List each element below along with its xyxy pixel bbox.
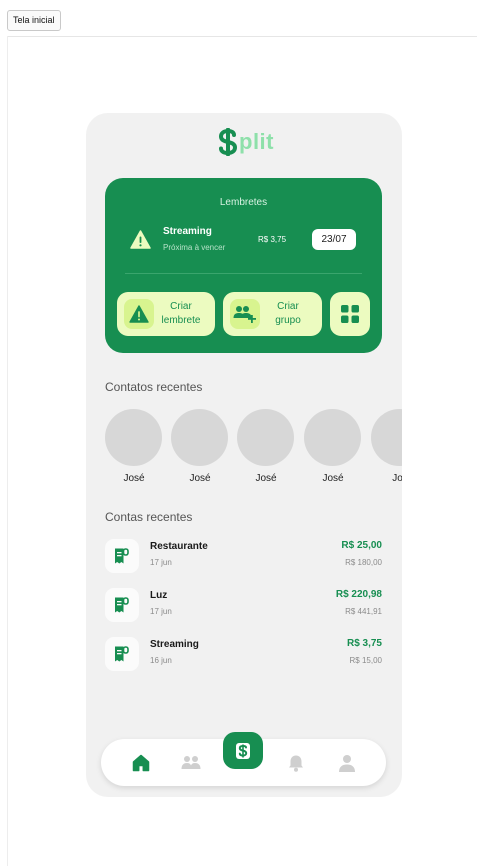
bill-amount: R$ 25,00 bbox=[341, 540, 382, 551]
contact-name: José bbox=[189, 473, 211, 484]
pill-icon-box bbox=[230, 299, 260, 329]
recent-bills-title: Contas recentes bbox=[105, 510, 193, 524]
split-icon bbox=[236, 742, 250, 759]
reminder-name: Streaming bbox=[163, 226, 212, 237]
bill-row[interactable]: Streaming 16 jun R$ 3,75 R$ 15,00 bbox=[105, 635, 385, 675]
bill-row[interactable]: Restaurante 17 jun R$ 25,00 R$ 180,00 bbox=[105, 537, 385, 577]
create-group-button[interactable]: Criar grupo bbox=[223, 292, 322, 336]
create-reminder-label: Criar lembrete bbox=[155, 300, 207, 328]
bill-date: 16 jun bbox=[150, 656, 172, 665]
reminder-amount: R$ 3,75 bbox=[258, 235, 287, 244]
bill-icon-box bbox=[105, 539, 139, 573]
bill-amount: R$ 3,75 bbox=[346, 638, 382, 649]
app-logo: plit bbox=[218, 125, 274, 159]
contact-item[interactable]: Jos bbox=[371, 409, 402, 484]
bill-date: 17 jun bbox=[150, 607, 172, 616]
label-line: Criar bbox=[277, 301, 299, 312]
bill-name: Restaurante bbox=[150, 541, 208, 552]
dollar-logo-icon bbox=[218, 128, 238, 156]
bill-total: R$ 180,00 bbox=[345, 558, 382, 567]
profile-icon[interactable] bbox=[337, 753, 357, 773]
label-line: grupo bbox=[275, 315, 301, 326]
more-options-button[interactable] bbox=[330, 292, 370, 336]
receipt-icon bbox=[115, 597, 129, 613]
divider bbox=[7, 36, 477, 37]
recent-contacts-title: Contatos recentes bbox=[105, 380, 203, 394]
contact-item[interactable]: José bbox=[105, 409, 163, 484]
warning-icon bbox=[130, 230, 151, 249]
avatar bbox=[237, 409, 294, 466]
contact-item[interactable]: José bbox=[237, 409, 295, 484]
contact-name: José bbox=[123, 473, 145, 484]
receipt-icon bbox=[115, 548, 129, 564]
avatar bbox=[105, 409, 162, 466]
receipt-icon bbox=[115, 646, 129, 662]
reminder-date-badge[interactable]: 23/07 bbox=[312, 229, 356, 250]
contact-name: José bbox=[255, 473, 277, 484]
warning-icon bbox=[129, 305, 149, 323]
logo-text: plit bbox=[239, 129, 274, 154]
home-icon[interactable] bbox=[131, 753, 151, 773]
contact-name: José bbox=[322, 473, 344, 484]
window-tab[interactable]: Tela inicial bbox=[7, 10, 61, 31]
label-line: lembrete bbox=[161, 315, 201, 326]
phone-frame: plit Lembretes Streaming Próxima à vence… bbox=[86, 113, 402, 797]
label-line: Criar bbox=[170, 301, 192, 312]
group-add-icon bbox=[233, 306, 256, 323]
groups-icon[interactable] bbox=[181, 753, 201, 773]
bill-row[interactable]: Luz 17 jun R$ 220,98 R$ 441,91 bbox=[105, 586, 385, 626]
avatar bbox=[304, 409, 361, 466]
bill-icon-box bbox=[105, 588, 139, 622]
bill-icon-box bbox=[105, 637, 139, 671]
bill-total: R$ 15,00 bbox=[349, 656, 382, 665]
divider bbox=[7, 36, 8, 866]
bill-total: R$ 441,91 bbox=[345, 607, 382, 616]
avatar bbox=[371, 409, 402, 466]
contact-item[interactable]: José bbox=[171, 409, 229, 484]
contact-item[interactable]: José bbox=[304, 409, 362, 484]
contact-name: Jos bbox=[392, 473, 402, 484]
bill-date: 17 jun bbox=[150, 558, 172, 567]
bell-icon[interactable] bbox=[286, 753, 306, 773]
bill-name: Luz bbox=[150, 590, 168, 601]
bill-amount: R$ 220,98 bbox=[335, 589, 382, 600]
avatar bbox=[171, 409, 228, 466]
bottom-navbar bbox=[101, 732, 386, 786]
reminders-card: Lembretes Streaming Próxima à vencer R$ … bbox=[105, 178, 382, 353]
reminders-title: Lembretes bbox=[219, 197, 268, 208]
grid-icon bbox=[341, 305, 359, 323]
reminder-status: Próxima à vencer bbox=[163, 243, 226, 252]
create-group-label: Criar grupo bbox=[262, 300, 314, 328]
divider bbox=[125, 273, 362, 274]
bill-name: Streaming bbox=[150, 639, 199, 650]
split-button[interactable] bbox=[223, 732, 263, 769]
pill-icon-box bbox=[124, 299, 154, 329]
create-reminder-button[interactable]: Criar lembrete bbox=[117, 292, 215, 336]
